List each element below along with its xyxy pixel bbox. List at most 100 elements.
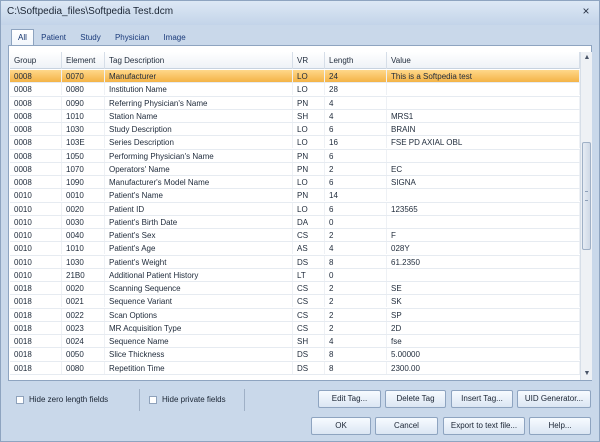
cell-group: 0018 bbox=[10, 308, 62, 321]
table-row[interactable]: 0008 1090 Manufacturer's Model Name LO 6 SIGN… bbox=[10, 176, 580, 190]
table-row[interactable]: 0008 0070 Manufacturer LO 24 This is a Softpe… bbox=[10, 70, 580, 84]
cell-group: 0008 bbox=[10, 70, 62, 82]
table-row[interactable]: 0008 1030 Study Description LO 6 BRAIN bbox=[10, 123, 580, 137]
close-icon[interactable]: × bbox=[579, 4, 593, 18]
tab-image[interactable]: Image bbox=[156, 29, 192, 46]
cell-value: EC bbox=[387, 162, 580, 175]
table-row[interactable]: 0008 103E Series Description LO 16 FSE PD AXI… bbox=[10, 136, 580, 150]
column-header-value[interactable]: Value bbox=[387, 52, 580, 69]
scroll-down-icon[interactable]: ▼ bbox=[581, 368, 593, 380]
insert-tag-button[interactable]: Insert Tag... bbox=[451, 390, 513, 408]
table-row[interactable]: 0018 0023 MR Acquisition Type CS 2 2D bbox=[10, 321, 580, 335]
cell-value: FSE PD AXIAL OBL bbox=[387, 136, 580, 149]
cell-tag-description: Institution Name bbox=[105, 83, 293, 96]
column-header-group[interactable]: Group bbox=[10, 52, 62, 69]
cell-length: 6 bbox=[325, 123, 387, 135]
cell-element: 0022 bbox=[62, 308, 105, 321]
hide-private-checkbox[interactable] bbox=[149, 396, 157, 404]
cell-element: 0040 bbox=[62, 229, 105, 241]
cell-length: 4 bbox=[325, 96, 387, 109]
table-row[interactable]: 0010 0010 Patient's Name PN 14 bbox=[10, 189, 580, 203]
cell-vr: LO bbox=[293, 136, 325, 149]
cell-element: 0021 bbox=[62, 295, 105, 308]
table-row[interactable]: 0018 0050 Slice Thickness DS 8 5.00000 bbox=[10, 348, 580, 362]
cell-group: 0008 bbox=[10, 136, 62, 149]
cell-length: 4 bbox=[325, 242, 387, 255]
cell-value bbox=[387, 268, 580, 281]
cell-tag-description: Patient ID bbox=[105, 202, 293, 215]
delete-tag-button[interactable]: Delete Tag bbox=[385, 390, 446, 408]
cell-group: 0010 bbox=[10, 215, 62, 228]
cell-vr: CS bbox=[293, 321, 325, 334]
cell-length: 28 bbox=[325, 83, 387, 96]
cell-tag-description: Patient's Name bbox=[105, 189, 293, 202]
table-row[interactable]: 0010 0020 Patient ID LO 6 123565 bbox=[10, 202, 580, 216]
cell-group: 0008 bbox=[10, 149, 62, 162]
column-header-tag-description[interactable]: Tag Description bbox=[105, 52, 293, 69]
tab-strip: All Patient Study Physician Image bbox=[11, 29, 191, 46]
cell-vr: LO bbox=[293, 202, 325, 215]
export-to-text-file-button[interactable]: Export to text file... bbox=[443, 417, 525, 435]
table-row[interactable]: 0010 1030 Patient's Weight DS 8 61.2350 bbox=[10, 255, 580, 269]
table-row[interactable]: 0008 0090 Referring Physician's Name PN 4 bbox=[10, 96, 580, 110]
cell-group: 0018 bbox=[10, 321, 62, 334]
scroll-thumb[interactable] bbox=[582, 142, 591, 250]
cell-value bbox=[387, 189, 580, 202]
table-row[interactable]: 0018 0020 Scanning Sequence CS 2 SE bbox=[10, 282, 580, 296]
cell-length: 16 bbox=[325, 136, 387, 149]
table-row[interactable]: 0010 1010 Patient's Age AS 4 028Y bbox=[10, 242, 580, 256]
cancel-button[interactable]: Cancel bbox=[375, 417, 438, 435]
cell-value: MRS1 bbox=[387, 109, 580, 122]
cell-vr: DS bbox=[293, 255, 325, 268]
cell-element: 0023 bbox=[62, 321, 105, 334]
cell-length: 4 bbox=[325, 335, 387, 347]
tab-all[interactable]: All bbox=[11, 29, 34, 46]
cell-tag-description: Sequence Name bbox=[105, 335, 293, 347]
column-header-length[interactable]: Length bbox=[325, 52, 387, 69]
table-row[interactable]: 0010 0040 Patient's Sex CS 2 F bbox=[10, 229, 580, 243]
table-row[interactable]: 0018 0080 Repetition Time DS 8 2300.00 bbox=[10, 361, 580, 375]
table-row[interactable]: 0008 0080 Institution Name LO 28 bbox=[10, 83, 580, 97]
table-row[interactable]: 0018 0024 Sequence Name SH 4 fse bbox=[10, 335, 580, 349]
table-row[interactable]: 0018 0022 Scan Options CS 2 SP bbox=[10, 308, 580, 322]
table-body: 0008 0070 Manufacturer LO 24 This is a Softpe… bbox=[10, 70, 580, 375]
cell-length: 2 bbox=[325, 229, 387, 241]
title-bar[interactable]: C:\Softpedia_files\Softpedia Test.dcm × bbox=[1, 1, 599, 25]
scroll-up-icon[interactable]: ▲ bbox=[581, 52, 593, 64]
cell-group: 0018 bbox=[10, 361, 62, 374]
table-row[interactable]: 0010 0030 Patient's Birth Date DA 0 bbox=[10, 215, 580, 229]
table-row[interactable]: 0018 0021 Sequence Variant CS 2 SK bbox=[10, 295, 580, 309]
cell-length: 2 bbox=[325, 321, 387, 334]
cell-tag-description: Patient's Weight bbox=[105, 255, 293, 268]
tab-study[interactable]: Study bbox=[73, 29, 107, 46]
tab-patient[interactable]: Patient bbox=[34, 29, 73, 46]
cell-tag-description: Patient's Sex bbox=[105, 229, 293, 241]
table-row[interactable]: 0010 21B0 Additional Patient History LT 0 bbox=[10, 268, 580, 282]
column-header-vr[interactable]: VR bbox=[293, 52, 325, 69]
table-row[interactable]: 0008 1050 Performing Physician's Name PN 6 bbox=[10, 149, 580, 163]
tab-physician[interactable]: Physician bbox=[108, 29, 156, 46]
table-row[interactable]: 0008 1010 Station Name SH 4 MRS1 bbox=[10, 109, 580, 123]
column-header-element[interactable]: Element bbox=[62, 52, 105, 69]
cell-tag-description: Referring Physician's Name bbox=[105, 96, 293, 109]
cell-value: 2D bbox=[387, 321, 580, 334]
ok-button[interactable]: OK bbox=[311, 417, 371, 435]
cell-tag-description: Operators' Name bbox=[105, 162, 293, 175]
cell-group: 0010 bbox=[10, 242, 62, 255]
cell-element: 1090 bbox=[62, 176, 105, 188]
edit-tag-button[interactable]: Edit Tag... bbox=[318, 390, 381, 408]
cell-vr: CS bbox=[293, 308, 325, 321]
cell-length: 14 bbox=[325, 189, 387, 202]
table-row[interactable]: 0008 1070 Operators' Name PN 2 EC bbox=[10, 162, 580, 176]
dicom-editor-window: C:\Softpedia_files\Softpedia Test.dcm × … bbox=[0, 0, 600, 442]
help-button[interactable]: Help... bbox=[529, 417, 591, 435]
table-header: Group Element Tag Description VR Length … bbox=[10, 52, 580, 69]
cell-vr: LO bbox=[293, 70, 325, 82]
vertical-scrollbar[interactable]: ▲ ▼ bbox=[580, 52, 592, 380]
hide-zero-length-label: Hide zero length fields bbox=[29, 395, 109, 404]
cell-value: 61.2350 bbox=[387, 255, 580, 268]
cell-group: 0018 bbox=[10, 282, 62, 294]
cell-value bbox=[387, 149, 580, 162]
hide-zero-length-checkbox[interactable] bbox=[16, 396, 24, 404]
uid-generator-button[interactable]: UID Generator... bbox=[517, 390, 591, 408]
